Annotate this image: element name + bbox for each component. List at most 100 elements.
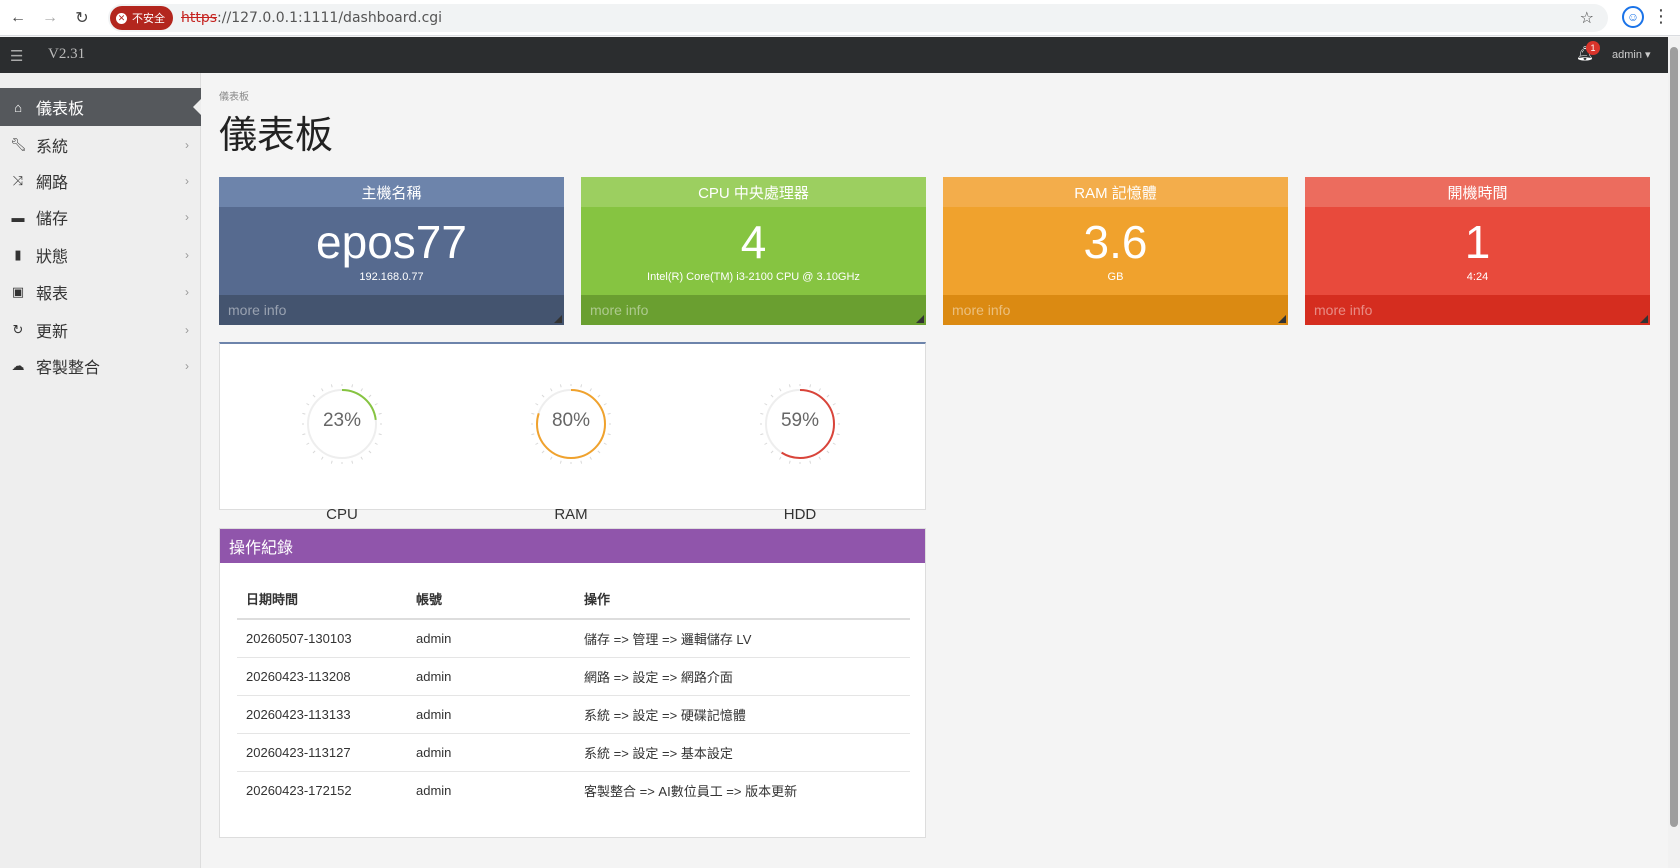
reload-icon[interactable]: ↻ — [68, 4, 96, 32]
table-cell: 客製整合 => AI數位員工 => 版本更新 — [584, 783, 798, 799]
table-row: 20260423-172152 admin 客製整合 => AI數位員工 => 版本… — [237, 771, 910, 809]
sidebar-item-label: 網路 — [36, 175, 69, 192]
operation-log-table: 日期時間 帳號 操作 20260507-130103 admin 儲存 => 管理 =>… — [237, 579, 910, 809]
table-row: 20260423-113127 admin 系統 => 設定 => 基本設定 — [237, 733, 910, 772]
stat-subtext: 192.168.0.77 — [359, 271, 424, 283]
table-header-row: 日期時間 帳號 操作 — [237, 579, 910, 620]
more-info-label: more info — [952, 302, 1011, 318]
stat-title: 開機時間 — [1305, 177, 1650, 207]
insecure-badge[interactable]: ✕ 不安全 — [110, 6, 173, 30]
table-cell: admin — [407, 733, 575, 772]
stat-title: CPU 中央處理器 — [581, 177, 926, 207]
sidebar-item[interactable]: ▣ 報表 › — [0, 273, 201, 311]
column-header[interactable]: 操作 — [575, 579, 910, 620]
page-scrollbar[interactable] — [1668, 37, 1680, 868]
chevron-right-icon: › — [185, 138, 189, 152]
user-menu[interactable]: admin ▾ — [1612, 48, 1651, 61]
sidebar-item[interactable]: ☁ 客製整合 › — [0, 347, 201, 385]
scroll-thumb[interactable] — [1670, 47, 1678, 827]
table-cell: 20260423-113127 — [237, 733, 407, 772]
chevron-right-icon: › — [185, 323, 189, 337]
more-info-link[interactable]: more info — [219, 295, 564, 325]
sidebar-item[interactable]: ⤨ 網路 › — [0, 162, 201, 200]
browser-toolbar: ← → ↻ ✕ 不安全 https://127.0.0.1:1111/dashb… — [0, 0, 1680, 36]
chevron-right-icon: › — [185, 248, 189, 262]
stat-box: CPU 中央處理器 4 Intel(R) Core(TM) i3-2100 CPU … — [581, 177, 926, 325]
sidebar-item-label: 儀表板 — [36, 101, 85, 118]
usage-gauges-panel: 23% CPU 80% RAM 59% HDD — [219, 342, 926, 523]
stat-box: 主機名稱 epos77 192.168.0.77 more info — [219, 177, 564, 325]
column-header[interactable]: 日期時間 — [237, 579, 407, 620]
corner-arrow-icon — [554, 315, 562, 323]
gauge: 23% CPU — [301, 383, 383, 523]
table-cell: 20260423-172152 — [246, 782, 352, 798]
gauge-percent: 23% — [322, 410, 362, 431]
corner-arrow-icon — [916, 315, 924, 323]
gauge-label: CPU — [326, 506, 358, 523]
sidebar-item-label: 系統 — [36, 139, 69, 156]
table-cell: 系統 => 設定 => 硬碟記憶體 — [575, 695, 910, 734]
active-indicator — [193, 99, 201, 115]
column-header[interactable]: 帳號 — [407, 579, 575, 620]
browser-menu-icon[interactable]: ⋮ — [1652, 6, 1670, 27]
chevron-right-icon: › — [185, 359, 189, 373]
corner-arrow-icon — [1278, 315, 1286, 323]
stat-subtext: 4:24 — [1466, 271, 1489, 283]
url-text[interactable]: https://127.0.0.1:1111/dashboard.cgi — [181, 10, 442, 26]
app-topbar: ☰ V2.31 🔔︎ 1 admin ▾ — [0, 37, 1680, 73]
more-info-link[interactable]: more info — [581, 295, 926, 325]
operation-log-panel: 操作紀錄 日期時間 帳號 操作 20260507-130103 admin 儲存 => … — [219, 528, 926, 838]
page-title: 儀表板 — [219, 115, 334, 157]
stat-subtext: Intel(R) Core(TM) i3-2100 CPU @ 3.10GHz — [647, 271, 860, 283]
more-info-link[interactable]: more info — [943, 295, 1288, 325]
stat-box: RAM 記憶體 3.6 GB more info — [943, 177, 1288, 325]
home-icon: ⌂ — [14, 99, 22, 115]
table-cell: 20260507-130103 — [237, 619, 407, 658]
stat-value: 4 — [740, 216, 767, 268]
sidebar-item-label: 儲存 — [36, 211, 69, 228]
wrench-icon: 🔧︎ — [10, 137, 27, 152]
hamburger-menu-icon[interactable]: ☰ — [10, 47, 23, 65]
sidebar: ⌂ 儀表板 🔧︎ 系統 › ⤨ 網路 › ▬ 儲存 › ▮ 狀態 › ▣ 報表 › ↻ 更新 › ☁ 客製整合 › — [0, 73, 201, 868]
sidebar-item[interactable]: ▮ 狀態 › — [0, 236, 201, 274]
table-cell: 系統 => 設定 => 基本設定 — [575, 733, 910, 772]
breadcrumb: 儀表板 — [219, 92, 249, 103]
table-cell: 20260423-113208 — [237, 657, 407, 696]
sidebar-item[interactable]: ⌂ 儀表板 — [0, 88, 201, 126]
gauge-label: RAM — [554, 506, 588, 523]
table-cell: 儲存 => 管理 => 邏輯儲存 LV — [575, 619, 910, 658]
sidebar-item-label: 狀態 — [36, 249, 69, 266]
table-row: 20260507-130103 admin 儲存 => 管理 => 邏輯儲存 LV — [237, 619, 910, 658]
more-info-label: more info — [228, 302, 287, 318]
table-cell: admin — [416, 782, 452, 798]
url-rest: ://127.0.0.1:1111/dashboard.cgi — [217, 10, 443, 26]
bookmark-star-icon[interactable]: ☆ — [1580, 8, 1594, 28]
more-info-link[interactable]: more info — [1305, 295, 1650, 325]
stat-value: 3.6 — [1083, 216, 1148, 268]
insecure-label: 不安全 — [132, 13, 165, 25]
sidebar-item-label: 客製整合 — [36, 360, 101, 377]
forward-icon[interactable]: → — [36, 4, 64, 32]
chevron-right-icon: › — [185, 285, 189, 299]
table-cell: admin — [407, 619, 575, 658]
table-cell: 網路 => 設定 => 網路介面 — [575, 657, 910, 696]
sidebar-item[interactable]: 🔧︎ 系統 › — [0, 126, 201, 164]
sidebar-item[interactable]: ↻ 更新 › — [0, 311, 201, 349]
stat-title: RAM 記憶體 — [943, 177, 1288, 207]
back-icon[interactable]: ← — [4, 4, 32, 32]
notification-badge: 1 — [1586, 41, 1600, 55]
bar-chart-icon: ▮ — [14, 247, 22, 262]
stat-title: 主機名稱 — [219, 177, 564, 207]
stat-subtext: GB — [1107, 271, 1124, 283]
address-bar[interactable]: ✕ 不安全 https://127.0.0.1:1111/dashboard.c… — [108, 4, 1608, 32]
table-cell: admin — [407, 657, 575, 696]
gauge-label: HDD — [783, 506, 817, 523]
table-cell: admin — [407, 695, 575, 734]
profile-icon[interactable]: ☺ — [1622, 6, 1644, 28]
stat-box: 開機時間 1 4:24 more info — [1305, 177, 1650, 325]
table-row: 20260423-113133 admin 系統 => 設定 => 硬碟記憶體 — [237, 695, 910, 734]
sidebar-item[interactable]: ▬ 儲存 › — [0, 198, 201, 236]
operation-log-title: 操作紀錄 — [220, 529, 925, 563]
chevron-right-icon: › — [185, 174, 189, 188]
stat-value: epos77 — [316, 216, 467, 268]
